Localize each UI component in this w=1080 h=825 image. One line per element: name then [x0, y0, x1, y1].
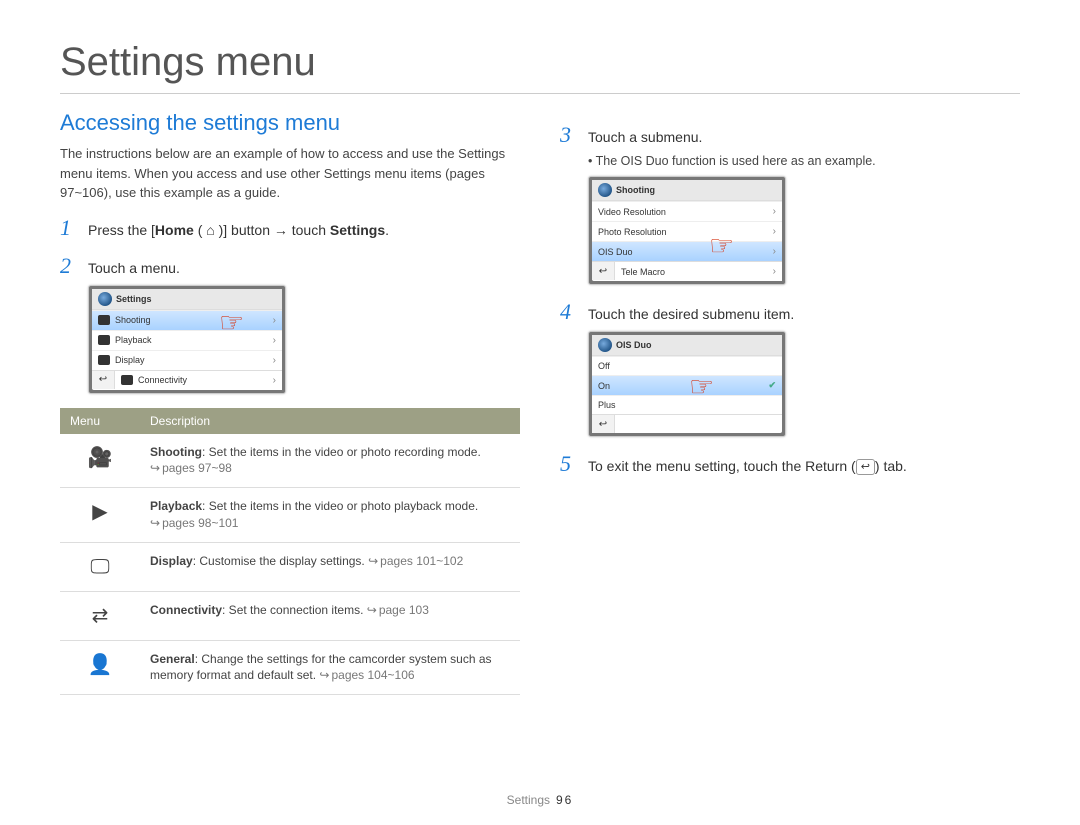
chevron-right-icon: › [273, 315, 276, 326]
step-1-text: Press the [Home ( ⌂ )] button → touch Se… [88, 222, 389, 238]
check-icon: ✔ [768, 380, 776, 391]
chevron-right-icon: › [273, 375, 276, 386]
screen2-row-photo[interactable]: Photo Resolution› [592, 221, 782, 241]
connectivity-icon: ⇄ [60, 591, 140, 640]
device-screen-oisduo: OIS Duo Off On✔ Plus ↩ ☞ [588, 331, 786, 437]
page-footer: Settings96 [0, 793, 1080, 807]
step-3-note: The OIS Duo function is used here as an … [588, 154, 1020, 168]
chevron-right-icon: › [773, 206, 776, 217]
camcorder-icon [98, 315, 110, 325]
page-title: Settings menu [60, 40, 1020, 94]
screen2-row-tele[interactable]: Tele Macro› [615, 262, 782, 281]
table-header-menu: Menu [60, 408, 140, 434]
table-row: ⇄Connectivity: Set the connection items.… [60, 591, 520, 640]
screen3-title: OIS Duo [616, 340, 652, 350]
display-icon [98, 355, 110, 365]
step-2-text: Touch a menu. [88, 260, 180, 276]
table-row: 👤General: Change the settings for the ca… [60, 640, 520, 695]
screen1-row-display[interactable]: Display› [92, 350, 282, 370]
camcorder-icon: 🎥 [60, 434, 140, 488]
chevron-right-icon: › [273, 355, 276, 366]
chevron-right-icon: › [773, 226, 776, 237]
step-number-3: 3 [560, 122, 578, 148]
back-button[interactable]: ↩ [92, 371, 115, 389]
device-screen-shooting: Shooting Video Resolution› Photo Resolut… [588, 176, 786, 285]
connectivity-icon [121, 375, 133, 385]
person-icon: 👤 [60, 640, 140, 695]
chevron-right-icon: › [273, 335, 276, 346]
gear-icon [598, 338, 612, 352]
section-heading: Accessing the settings menu [60, 110, 520, 136]
table-header-description: Description [140, 408, 520, 434]
screen3-row-plus[interactable]: Plus [592, 395, 782, 414]
chevron-right-icon: › [773, 266, 776, 277]
table-row: ▶Playback: Set the items in the video or… [60, 488, 520, 543]
display-icon: 🖵 [60, 542, 140, 591]
device-screen-settings: Settings Shooting› Playback› Display› ↩ … [88, 285, 286, 394]
step-number-4: 4 [560, 299, 578, 325]
screen3-row-off[interactable]: Off [592, 356, 782, 375]
screen1-row-shooting[interactable]: Shooting› [92, 310, 282, 330]
play-icon: ▶ [60, 488, 140, 543]
chevron-right-icon: › [773, 246, 776, 257]
screen2-row-ois[interactable]: OIS Duo› [592, 241, 782, 261]
menu-description-table: Menu Description 🎥Shooting: Set the item… [60, 408, 520, 696]
screen1-row-connectivity[interactable]: Connectivity› [115, 371, 282, 390]
step-number-2: 2 [60, 253, 78, 279]
back-button[interactable]: ↩ [592, 415, 615, 433]
screen1-title: Settings [116, 294, 152, 304]
gear-icon [98, 292, 112, 306]
intro-text: The instructions below are an example of… [60, 144, 520, 203]
screen3-row-on[interactable]: On✔ [592, 375, 782, 395]
return-icon: ↩ [856, 459, 875, 475]
step-5-text: To exit the menu setting, touch the Retu… [588, 458, 907, 475]
screen2-title: Shooting [616, 185, 655, 195]
step-4-text: Touch the desired submenu item. [588, 306, 794, 322]
screen1-row-playback[interactable]: Playback› [92, 330, 282, 350]
step-3-text: Touch a submenu. [588, 129, 702, 145]
step-number-1: 1 [60, 215, 78, 241]
table-row: 🎥Shooting: Set the items in the video or… [60, 434, 520, 488]
gear-icon [598, 183, 612, 197]
play-icon [98, 335, 110, 345]
screen2-row-video[interactable]: Video Resolution› [592, 201, 782, 221]
step-number-5: 5 [560, 451, 578, 477]
back-button[interactable]: ↩ [592, 262, 615, 280]
table-row: 🖵Display: Customise the display settings… [60, 542, 520, 591]
